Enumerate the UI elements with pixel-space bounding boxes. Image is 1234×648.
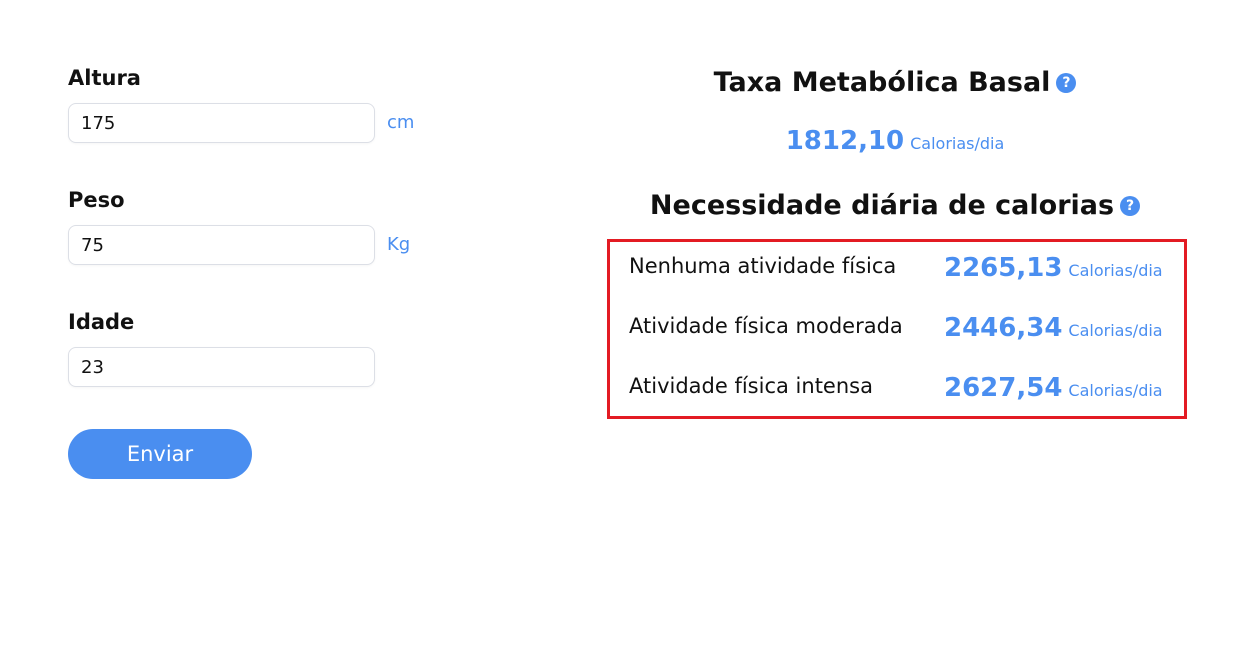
help-icon[interactable]: ? [1120, 196, 1141, 216]
submit-button[interactable]: Enviar [68, 429, 252, 479]
bmr-heading: Taxa Metabólica Basal? [600, 63, 1190, 103]
calorie-value: 2446,34 [944, 313, 1063, 343]
daily-calories-heading: Necessidade diária de calorias? [600, 186, 1190, 226]
daily-calories-title: Necessidade diária de calorias [649, 190, 1115, 221]
activity-label: Atividade física intensa [629, 374, 873, 398]
activity-value: 2265,13 Calorias/dia [944, 251, 1163, 288]
activity-row-intense: Atividade física intensa 2627,54 Calorias… [629, 369, 1169, 403]
calorie-unit: Calorias/dia [1068, 261, 1163, 280]
calorie-unit: Calorias/dia [1068, 381, 1163, 400]
bmr-unit: Calorias/dia [910, 134, 1005, 153]
height-input[interactable] [68, 103, 375, 143]
calorie-value: 2265,13 [944, 253, 1063, 283]
activity-row-none: Nenhuma atividade física 2265,13 Calorias… [629, 249, 1169, 283]
activity-value: 2446,34 Calorias/dia [944, 311, 1163, 348]
calorie-value: 2627,54 [944, 373, 1063, 403]
calculator-page: Altura cm Peso Kg Idade Enviar Taxa Meta… [0, 0, 1234, 648]
calorie-unit: Calorias/dia [1068, 321, 1163, 340]
bmr-result: 1812,10 Calorias/dia [600, 126, 1190, 156]
height-unit: cm [387, 112, 415, 133]
activity-levels-box: Nenhuma atividade física 2265,13 Calorias… [607, 239, 1187, 419]
help-icon[interactable]: ? [1056, 73, 1077, 93]
weight-input[interactable] [68, 225, 375, 265]
weight-unit: Kg [387, 234, 411, 255]
bmr-title: Taxa Metabólica Basal [713, 67, 1051, 98]
activity-label: Atividade física moderada [629, 314, 903, 338]
bmr-value: 1812,10 [785, 126, 905, 156]
height-label: Altura [68, 66, 141, 90]
age-input[interactable] [68, 347, 375, 387]
weight-label: Peso [68, 188, 125, 212]
activity-value: 2627,54 Calorias/dia [944, 371, 1163, 408]
activity-row-moderate: Atividade física moderada 2446,34 Caloria… [629, 309, 1169, 343]
activity-label: Nenhuma atividade física [629, 254, 897, 278]
age-label: Idade [68, 310, 135, 334]
